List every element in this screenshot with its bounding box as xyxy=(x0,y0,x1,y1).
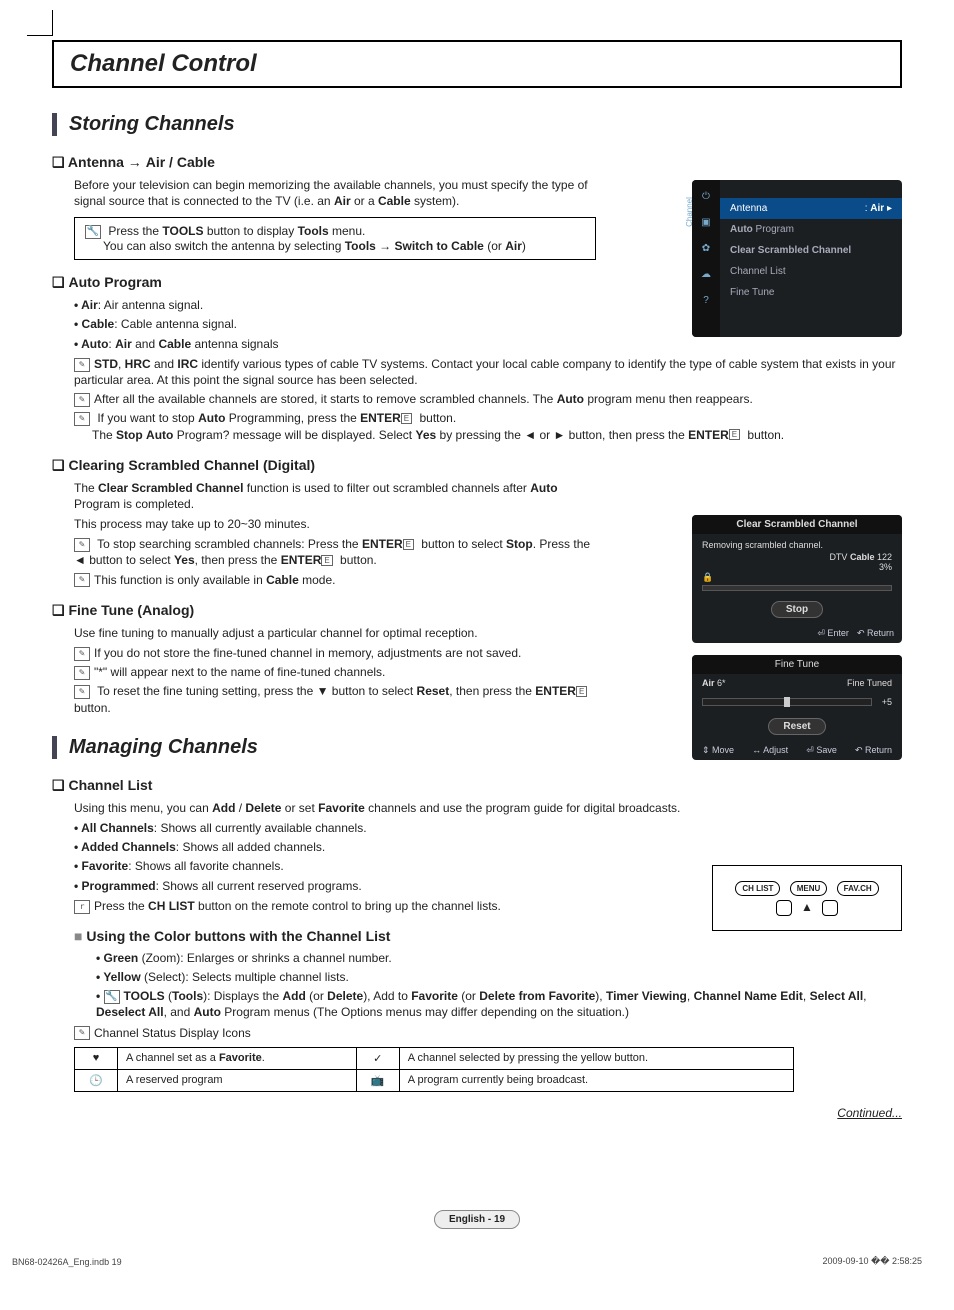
enter-icon xyxy=(401,413,412,425)
doc-id: BN68-02426A_Eng.indb 19 xyxy=(12,1257,122,1267)
antenna-desc: Before your television can begin memoriz… xyxy=(74,177,594,209)
remote-diagram: CH LIST MENU FAV.CH ▲ xyxy=(712,865,902,931)
picture-icon: ☁ xyxy=(698,266,714,282)
chlist-button: CH LIST xyxy=(735,881,780,896)
finetune-desc: Use fine tuning to manually adjust a par… xyxy=(74,625,594,641)
clear-desc1: The Clear Scrambled Channel function is … xyxy=(74,480,594,512)
tools-key-icon xyxy=(776,900,792,916)
chlist-heading: Channel List xyxy=(52,777,902,794)
chlist-desc: Using this menu, you can Add / Delete or… xyxy=(74,800,902,816)
enter-icon xyxy=(321,555,332,567)
status-icons-table: ♥ A channel set as a Favorite. ✓ A chann… xyxy=(74,1047,794,1092)
note-icon xyxy=(74,573,90,587)
gear-icon: ✿ xyxy=(698,240,714,256)
osd1-tab: Channel xyxy=(692,204,697,220)
clock-icon: 🕒 xyxy=(75,1069,118,1091)
up-arrow-icon: ▲ xyxy=(801,900,813,914)
tools-note: Press the TOOLS button to display Tools … xyxy=(74,217,596,260)
tv-icon: ▣ xyxy=(698,214,714,230)
reset-button[interactable]: Reset xyxy=(768,718,825,735)
doc-timestamp: 2009-09-10 �� 2:58:25 xyxy=(822,1256,922,1267)
note-icon xyxy=(74,538,90,552)
osd-channel-menu: Channel ⏻ ▣ ✿ ☁ ? Antenna : Air ▸ Auto P… xyxy=(692,180,902,337)
osd1-item: Auto Program xyxy=(720,219,902,240)
help-icon: ? xyxy=(698,292,714,308)
enter-icon xyxy=(729,429,740,441)
clear-heading: Clearing Scrambled Channel (Digital) xyxy=(52,457,902,474)
note-icon xyxy=(74,685,90,699)
return-legend: ↶ Return xyxy=(857,628,894,639)
page-title: Channel Control xyxy=(70,50,884,78)
tools-icon xyxy=(104,990,120,1004)
note-icon xyxy=(74,358,90,372)
tools-icon xyxy=(85,225,101,239)
favch-button: FAV.CH xyxy=(837,881,879,896)
osd-fine-tune: Fine Tune Air 6* Fine Tuned +5 Reset ⇕ M… xyxy=(692,655,902,760)
heart-icon: ♥ xyxy=(75,1047,118,1069)
page-footer: English - 19 BN68-02426A_Eng.indb 19 200… xyxy=(52,1210,902,1229)
broadcast-icon: 📺 xyxy=(356,1069,399,1091)
stop-button[interactable]: Stop xyxy=(771,601,823,618)
page-title-box: Channel Control xyxy=(52,40,902,88)
note-icon xyxy=(74,393,90,407)
osd1-item: Clear Scrambled Channel xyxy=(720,240,902,261)
osd1-antenna-row: Antenna : Air ▸ xyxy=(720,198,902,219)
page-number: English - 19 xyxy=(434,1210,520,1229)
section-storing: Storing Channels xyxy=(52,113,902,136)
note-icon xyxy=(74,412,90,426)
antenna-heading: Antenna → Air / Cable xyxy=(52,154,902,171)
enter-icon xyxy=(576,686,587,698)
osd-clear-scrambled: Clear Scrambled Channel Removing scrambl… xyxy=(692,515,902,643)
note-icon xyxy=(74,1026,90,1040)
return-key-icon xyxy=(822,900,838,916)
continued-label: Continued... xyxy=(837,1106,902,1120)
check-icon: ✓ xyxy=(356,1047,399,1069)
enter-legend: ⏎ Enter xyxy=(817,628,849,639)
osd1-item: Fine Tune xyxy=(720,282,902,303)
note-icon xyxy=(74,647,90,661)
power-icon: ⏻ xyxy=(698,188,714,204)
note-icon xyxy=(74,666,90,680)
clear-desc2: This process may take up to 20~30 minute… xyxy=(74,516,594,532)
menu-button: MENU xyxy=(790,881,828,896)
osd1-item: Channel List xyxy=(720,261,902,282)
remote-icon xyxy=(74,900,90,914)
lock-icon: 🔒 xyxy=(702,572,713,582)
enter-icon xyxy=(403,539,414,551)
